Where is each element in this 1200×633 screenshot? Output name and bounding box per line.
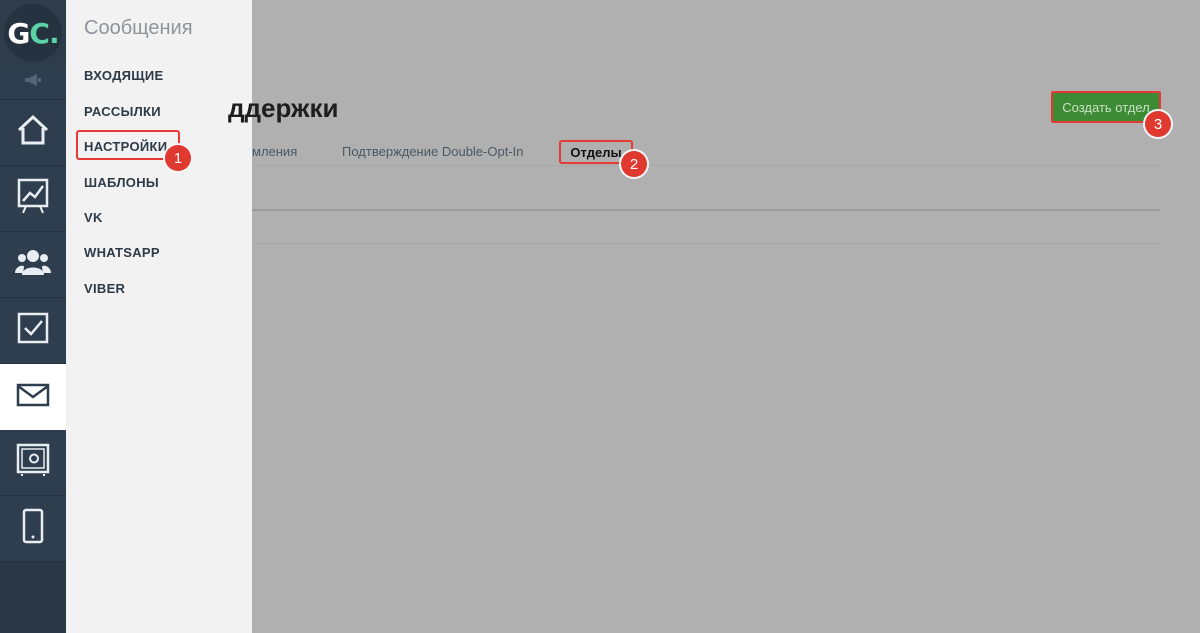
messages-submenu: Сообщения ВХОДЯЩИЕ РАССЫЛКИ НАСТРОЙКИ ША… [66,0,252,633]
rail-item-home[interactable] [0,100,66,166]
logo-letter-g: G [7,16,30,50]
page-title: ддержки [228,93,339,123]
rail-footer [0,562,66,633]
chart-icon [16,177,50,220]
table-row-divider [252,243,1160,244]
rail-item-mobile[interactable] [0,496,66,562]
submenu-title: Сообщения [84,17,193,39]
phone-icon [22,508,44,549]
rail-item-tasks[interactable] [0,298,66,364]
checkbox-icon [17,312,49,349]
step-badge-3: 3 [1145,111,1171,137]
table-header-divider [252,209,1160,211]
submenu-item-inbox[interactable]: ВХОДЯЩИЕ [84,68,163,83]
submenu-item-viber[interactable]: VIBER [84,281,125,296]
logo[interactable]: GC. [0,0,66,66]
submenu-item-mailings[interactable]: РАССЫЛКИ [84,104,161,119]
tabs-divider [252,165,1160,166]
logo-letter-c: C [29,16,50,50]
home-icon [16,113,50,152]
logo-mark: GC. [4,4,62,62]
rail-item-users[interactable] [0,232,66,298]
submenu-item-vk[interactable]: VK [84,210,103,225]
tab-double-opt-in[interactable]: Подтверждение Double-Opt-In [342,144,524,159]
logo-dot: . [48,16,60,50]
users-icon [15,247,51,282]
icon-rail: GC. [0,0,66,633]
tab-notifications[interactable]: мления [252,144,297,159]
safe-icon [16,443,50,482]
announcement-button[interactable] [0,66,66,100]
create-department-button[interactable]: Создать отдел [1051,91,1161,123]
rail-item-analytics[interactable] [0,166,66,232]
mail-icon [16,383,50,412]
rail-item-messages[interactable] [0,364,66,430]
submenu-item-templates[interactable]: ШАБЛОНЫ [84,175,159,190]
rail-item-safe[interactable] [0,430,66,496]
megaphone-icon [24,73,42,92]
step-badge-2: 2 [621,151,647,177]
step-badge-1: 1 [165,145,191,171]
submenu-item-whatsapp[interactable]: WHATSAPP [84,245,160,260]
